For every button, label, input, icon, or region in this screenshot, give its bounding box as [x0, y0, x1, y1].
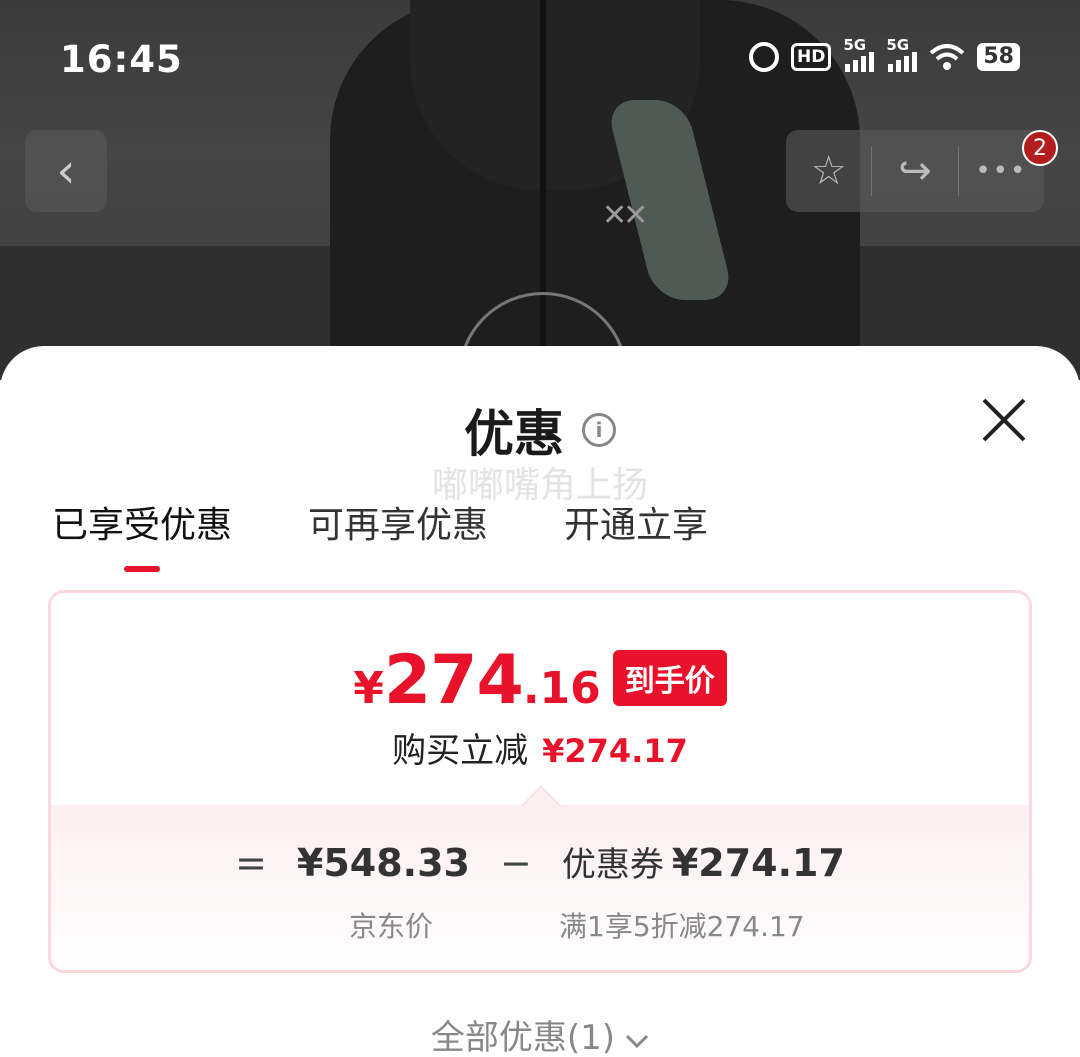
- jd-price: ¥548.33: [296, 841, 470, 885]
- brand-logo: ✕✕: [602, 198, 648, 233]
- price-summary: ¥ 274 .16 到手价 购买立减 ¥274.17: [51, 593, 1029, 805]
- currency-symbol: ¥: [353, 663, 384, 714]
- battery-icon: 58: [977, 43, 1020, 71]
- signal-1-icon: 5G: [843, 36, 875, 72]
- tab-more-offers[interactable]: 可再享优惠: [308, 496, 488, 572]
- discount-amount: ¥274.17: [542, 732, 688, 770]
- tab-activate[interactable]: 开通立享: [564, 496, 708, 572]
- chevron-down-icon: [625, 1026, 649, 1056]
- hd-voice-icon: HD: [791, 43, 832, 71]
- close-button[interactable]: [976, 392, 1032, 448]
- equals-sign: =: [235, 841, 267, 885]
- jd-price-label: 京东价: [349, 910, 434, 943]
- price-card: ¥ 274 .16 到手价 购买立减 ¥274.17 = ¥548.33 − 优…: [48, 590, 1032, 973]
- price-tag-badge: 到手价: [612, 650, 727, 706]
- nav-action-group: ☆ ↪ •••: [786, 130, 1044, 212]
- offer-tabs: 已享受优惠 可再享优惠 开通立享: [52, 496, 708, 572]
- wifi-icon: [929, 43, 965, 71]
- back-button[interactable]: ‹: [25, 130, 107, 212]
- message-badge: 2: [1022, 130, 1058, 166]
- status-bar: 16:45 HD 5G 5G 58: [0, 36, 1080, 86]
- discount-row: 购买立减 ¥274.17: [51, 723, 1029, 772]
- final-price-row: ¥ 274 .16 到手价: [51, 641, 1029, 720]
- offers-sheet: 优惠 i 嘟嘟嘴角上扬 已享受优惠 可再享优惠 开通立享 ¥ 274 .16 到…: [0, 346, 1080, 1057]
- coupon-description: 满1享5折减274.17: [559, 910, 805, 943]
- minus-sign: −: [500, 841, 532, 885]
- signal-2-icon: 5G: [886, 36, 918, 72]
- share-icon: ↪: [898, 148, 932, 194]
- all-offers-label: 全部优惠(1): [430, 1018, 616, 1057]
- alarm-icon: [749, 42, 780, 72]
- discount-label: 购买立减: [392, 731, 529, 771]
- status-time: 16:45: [60, 38, 183, 81]
- status-icons: HD 5G 5G 58: [749, 36, 1020, 72]
- price-integer: 274: [383, 641, 524, 720]
- price-decimal: .16: [522, 663, 601, 714]
- more-icon: •••: [975, 156, 1028, 186]
- coupon-amount: ¥274.17: [671, 841, 845, 885]
- tab-enjoyed[interactable]: 已享受优惠: [52, 496, 232, 572]
- star-icon: ☆: [810, 148, 847, 194]
- chevron-left-icon: ‹: [56, 143, 76, 199]
- info-icon[interactable]: i: [582, 413, 616, 447]
- all-offers-button[interactable]: 全部优惠(1): [0, 1010, 1080, 1057]
- price-formula: = ¥548.33 − 优惠券 ¥274.17: [51, 837, 1029, 886]
- coupon-label: 优惠券: [561, 845, 664, 885]
- favorite-button[interactable]: ☆: [786, 130, 871, 212]
- share-button[interactable]: ↪: [872, 130, 957, 212]
- close-icon: [982, 398, 1026, 442]
- final-price: ¥ 274 .16: [353, 641, 601, 720]
- price-breakdown: = ¥548.33 − 优惠券 ¥274.17 京东价 满1享5折减274.17: [51, 805, 1029, 970]
